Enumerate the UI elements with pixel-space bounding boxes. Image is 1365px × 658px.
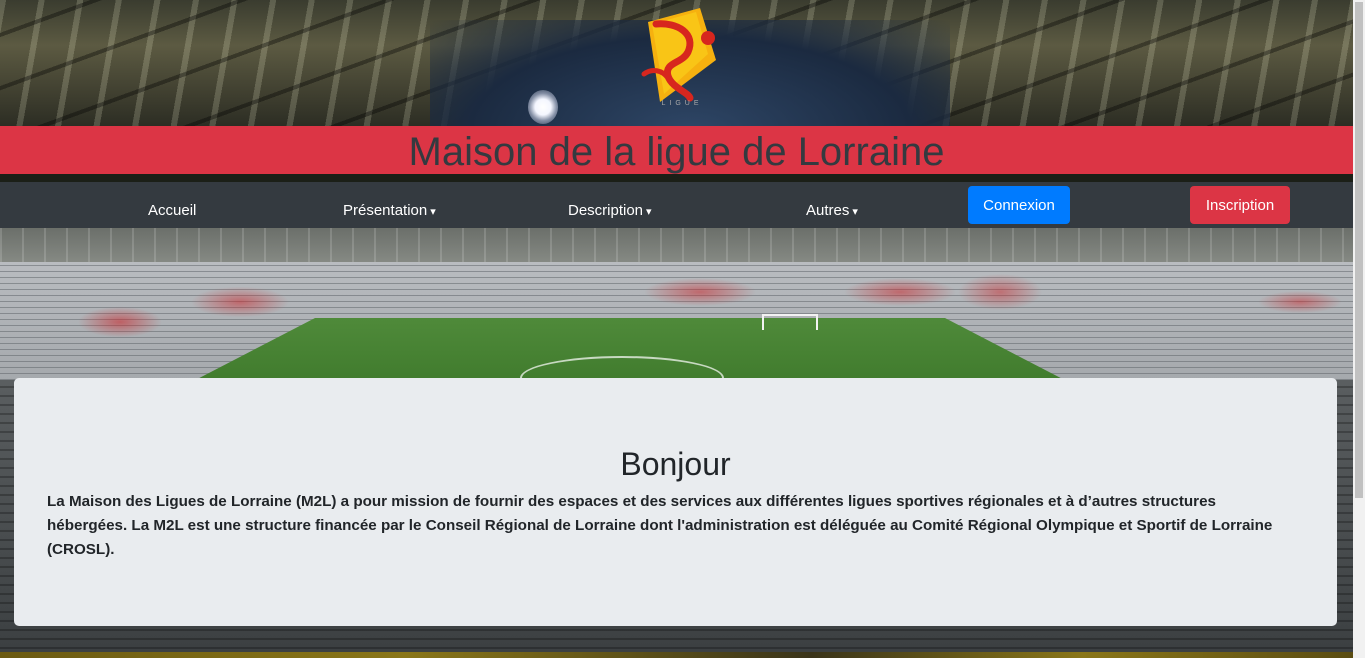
bottom-strip <box>0 652 1353 658</box>
caret-down-icon: ▾ <box>646 206 652 218</box>
nav-item-label: Autres <box>806 202 850 219</box>
vertical-scrollbar[interactable] <box>1353 0 1365 658</box>
nav-item-label: Présentation <box>343 202 428 219</box>
site-title: Maison de la ligue de Lorraine <box>408 130 945 174</box>
welcome-card: Bonjour La Maison des Ligues de Lorraine… <box>14 378 1337 626</box>
login-button[interactable]: Connexion <box>968 186 1070 224</box>
nav-item-accueil[interactable]: Accueil <box>148 202 196 219</box>
nav-item-autres[interactable]: Autres ▾ <box>806 202 858 219</box>
signup-button[interactable]: Inscription <box>1190 186 1290 224</box>
welcome-text: La Maison des Ligues de Lorraine (M2L) a… <box>47 493 1273 558</box>
nav-item-label: Accueil <box>148 202 197 219</box>
welcome-heading: Bonjour <box>620 446 731 482</box>
goal <box>762 314 818 330</box>
logo-caption: LIGUE <box>661 100 703 107</box>
scrollbar-thumb[interactable] <box>1355 2 1363 498</box>
nav-item-description[interactable]: Description ▾ <box>568 202 652 219</box>
nav-item-presentation[interactable]: Présentation ▾ <box>343 202 436 219</box>
nav-item-label: Description <box>568 202 644 219</box>
floodlight <box>528 90 558 124</box>
title-band: Maison de la ligue de Lorraine <box>0 126 1353 174</box>
caret-down-icon: ▾ <box>430 206 436 218</box>
caret-down-icon: ▾ <box>852 206 858 218</box>
navbar: Accueil Présentation ▾ Description ▾ Autre… <box>0 182 1353 228</box>
